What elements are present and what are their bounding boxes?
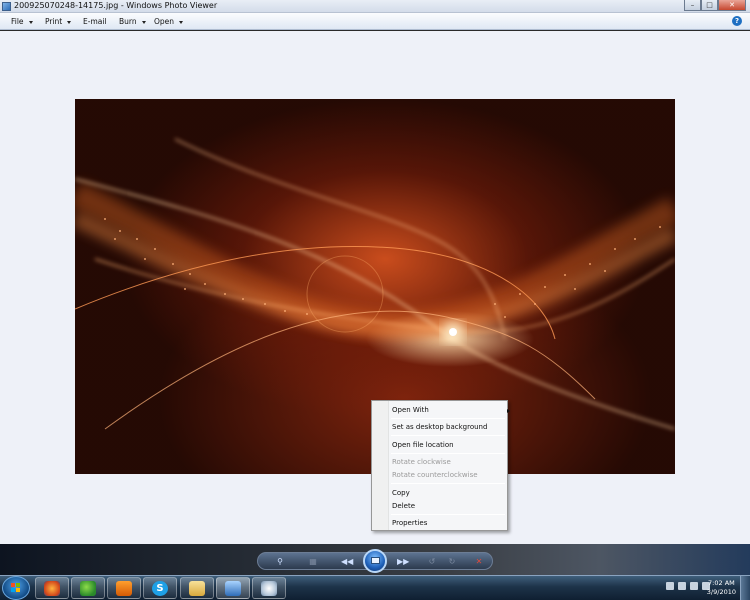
viewer-control-bar: ⚲ ▦ ◀◀ ▶▶ ↺ ↻ ✕ bbox=[0, 544, 750, 575]
menu-item-rotate-counterclockwise: Rotate counterclockwise bbox=[392, 471, 478, 479]
show-desktop-button[interactable] bbox=[740, 576, 750, 600]
taskbar: S 7:02 AM 3/9/2010 bbox=[0, 575, 750, 600]
actual-size-icon[interactable]: ▦ bbox=[307, 556, 319, 567]
taskbar-explorer[interactable] bbox=[180, 577, 214, 599]
chevron-down-icon bbox=[28, 20, 33, 24]
menu-open-label: Open bbox=[154, 17, 175, 26]
media-player-icon bbox=[116, 581, 132, 596]
menu-item-rotate-clockwise: Rotate clockwise bbox=[392, 458, 451, 466]
menu-open[interactable]: Open bbox=[154, 17, 184, 26]
menu-separator bbox=[391, 453, 505, 454]
menu-email[interactable]: E-mail bbox=[83, 17, 107, 26]
start-button[interactable] bbox=[2, 576, 30, 600]
menu-burn[interactable]: Burn bbox=[119, 17, 146, 26]
context-menu-gutter bbox=[372, 401, 389, 530]
taskbar-skype[interactable]: S bbox=[143, 577, 177, 599]
context-menu: Open With Set as desktop background Open… bbox=[371, 400, 510, 531]
title-bar: 2009250702​48-14175.jpg - Windows Photo … bbox=[0, 0, 750, 13]
photo-viewer-icon bbox=[225, 581, 241, 596]
maximize-icon[interactable]: □ bbox=[701, 0, 718, 11]
menu-item-set-desktop-background[interactable]: Set as desktop background bbox=[392, 423, 487, 431]
taskbar-paint[interactable] bbox=[252, 577, 286, 599]
menu-item-open-with[interactable]: Open With bbox=[392, 406, 510, 414]
taskbar-messenger[interactable] bbox=[71, 577, 105, 599]
close-icon[interactable]: ✕ bbox=[718, 0, 746, 11]
taskbar-photo-viewer[interactable] bbox=[216, 577, 250, 599]
clock-date: 3/9/2010 bbox=[706, 588, 736, 596]
menu-item-delete[interactable]: Delete bbox=[392, 502, 415, 510]
menu-separator bbox=[391, 514, 505, 515]
command-bar: File Print E-mail Burn Open ? bbox=[0, 13, 750, 30]
network-icon[interactable] bbox=[690, 582, 698, 590]
show-hidden-icons-icon[interactable] bbox=[666, 582, 674, 590]
menu-separator bbox=[391, 483, 505, 484]
menu-item-properties[interactable]: Properties bbox=[392, 519, 427, 527]
minimize-icon[interactable]: – bbox=[684, 0, 701, 11]
rotate-clockwise-icon[interactable]: ↻ bbox=[446, 556, 458, 567]
clock-time: 7:02 AM bbox=[708, 579, 735, 587]
menu-item-open-with-label: Open With bbox=[392, 406, 429, 414]
magnifier-icon[interactable]: ⚲ bbox=[274, 556, 286, 567]
skype-icon: S bbox=[152, 581, 168, 596]
window-title: 2009250702​48-14175.jpg - Windows Photo … bbox=[14, 1, 218, 10]
delete-icon[interactable]: ✕ bbox=[473, 556, 485, 567]
menu-file-label: File bbox=[11, 17, 24, 26]
taskbar-media-player[interactable] bbox=[107, 577, 141, 599]
slideshow-screen-glyph bbox=[371, 557, 380, 564]
playback-controls: ⚲ ▦ ◀◀ ▶▶ ↺ ↻ ✕ bbox=[257, 549, 493, 573]
paint-icon bbox=[261, 581, 277, 596]
notification-area bbox=[666, 582, 710, 590]
menu-print[interactable]: Print bbox=[45, 17, 72, 26]
menu-item-open-file-location[interactable]: Open file location bbox=[392, 441, 454, 449]
windows-logo-icon bbox=[11, 583, 21, 593]
help-icon[interactable]: ? bbox=[732, 16, 742, 26]
menu-separator bbox=[391, 418, 505, 419]
menu-print-label: Print bbox=[45, 17, 63, 26]
explorer-icon bbox=[189, 581, 205, 596]
chevron-down-icon bbox=[141, 20, 146, 24]
chevron-down-icon bbox=[67, 20, 72, 24]
photo-viewer-app-icon bbox=[2, 2, 11, 11]
slideshow-icon[interactable] bbox=[363, 549, 387, 573]
next-icon[interactable]: ▶▶ bbox=[397, 556, 409, 567]
window-controls: – □ ✕ bbox=[684, 0, 746, 11]
menu-email-label: E-mail bbox=[83, 17, 107, 26]
clock[interactable]: 7:02 AM 3/9/2010 bbox=[707, 579, 736, 597]
menu-file[interactable]: File bbox=[11, 17, 33, 26]
firefox-icon bbox=[44, 581, 60, 596]
submenu-arrow-icon bbox=[507, 409, 510, 413]
action-center-icon[interactable] bbox=[678, 582, 686, 590]
taskbar-firefox[interactable] bbox=[35, 577, 69, 599]
messenger-icon bbox=[80, 581, 96, 596]
chevron-down-icon bbox=[179, 20, 184, 24]
menu-burn-label: Burn bbox=[119, 17, 137, 26]
rotate-counterclockwise-icon[interactable]: ↺ bbox=[426, 556, 438, 567]
previous-icon[interactable]: ◀◀ bbox=[341, 556, 353, 567]
menu-separator bbox=[391, 435, 505, 436]
menu-item-copy[interactable]: Copy bbox=[392, 489, 410, 497]
